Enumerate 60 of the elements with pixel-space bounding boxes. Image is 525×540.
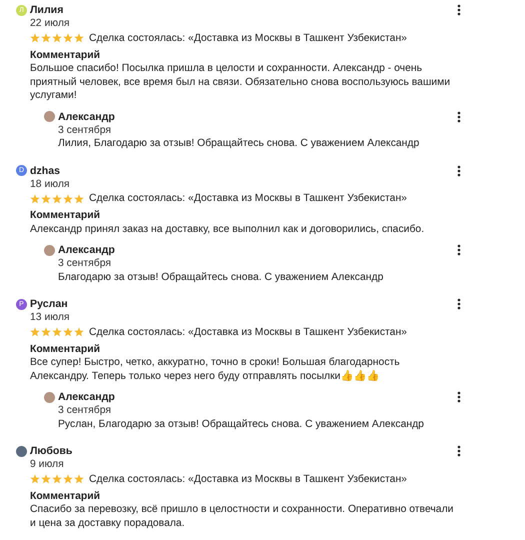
star-icon — [41, 194, 51, 204]
more-options-icon[interactable] — [457, 164, 461, 176]
star-icon — [52, 327, 62, 337]
more-options-icon[interactable] — [457, 4, 461, 16]
more-options-icon[interactable] — [457, 110, 461, 122]
star-icon — [74, 474, 84, 484]
comment-text: Александр принял заказ на доставку, все выполнил как и договорились, спасибо. — [30, 222, 426, 236]
reply-text: Руслан, Благодарю за отзыв! Обращайтесь снова. С уважением Александр — [58, 418, 425, 431]
reviewer-name: Руслан — [30, 298, 69, 310]
reviewer-name: Лилия — [30, 4, 64, 16]
deal-text: Сделка состоялась: «Доставка из Москвы в Ташкент Узбекистан» — [89, 474, 407, 484]
star-icon — [52, 194, 62, 204]
reply-author: Александр — [58, 244, 116, 256]
review-date: 18 июля — [30, 178, 71, 191]
star-icon — [30, 33, 40, 43]
star-icon — [52, 474, 62, 484]
reply-text: Благодарю за отзыв! Обращайтесь снова. С уважением Александр — [58, 270, 384, 284]
star-icon — [74, 327, 84, 337]
reply-author: Александр — [58, 110, 116, 122]
star-icon — [41, 327, 51, 337]
comment-label: Комментарий — [30, 209, 101, 222]
more-options-icon[interactable] — [457, 298, 461, 310]
reply-date: 3 сентября — [58, 124, 112, 137]
more-options-icon[interactable] — [457, 391, 461, 403]
star-icon — [63, 327, 73, 337]
avatar-placeholder — [44, 244, 55, 256]
comment-text: Спасибо за перевозку, всё пришло в целостности и сохранности. Оперативно отвечали и цена за доставку порадовала. — [30, 503, 454, 530]
star-icon — [52, 33, 62, 43]
star-icon — [30, 194, 40, 204]
star-icon — [41, 33, 51, 43]
comment-label: Комментарий — [30, 342, 101, 356]
star-icon — [30, 327, 40, 337]
avatar-placeholder — [44, 111, 55, 122]
deal-text: Сделка состоялась: «Доставка из Москвы в Ташкент Узбекистан» — [89, 32, 407, 44]
avatar-placeholder — [44, 392, 55, 402]
deal-text: Сделка состоялась: «Доставка из Москвы в Ташкент Узбекистан» — [89, 326, 407, 338]
star-icon — [74, 33, 84, 43]
more-options-icon[interactable] — [457, 445, 461, 457]
star-icon — [63, 194, 73, 204]
avatar-placeholder — [16, 446, 27, 456]
star-icon — [30, 474, 40, 484]
reply-date: 3 сентября — [58, 257, 112, 270]
review-date: 9 июля — [30, 458, 65, 472]
star-icon — [41, 474, 51, 484]
review-date: 13 июля — [30, 311, 71, 324]
reply-date: 3 сентября — [58, 404, 112, 418]
reply-author: Александр — [58, 391, 116, 403]
comment-label: Комментарий — [30, 48, 101, 62]
star-icon — [63, 33, 73, 43]
reply-text: Лилия, Благодарю за отзыв! Обращайтесь снова. С уважением Александр — [58, 137, 420, 150]
star-icon — [74, 194, 84, 204]
reviewer-name: dzhas — [30, 164, 62, 176]
star-icon — [63, 474, 73, 484]
more-options-icon[interactable] — [457, 244, 461, 256]
review-date: 22 июля — [30, 17, 71, 30]
reviewer-name: Любовь — [30, 445, 74, 457]
comment-text: Большое спасибо! Посылка пришла в целости и сохранности. Александр - очень приятный человек, все время был на связи. Обязательно снова воспользуюсь вашими услугами! — [30, 62, 452, 102]
comment-label: Комментарий — [30, 490, 101, 503]
deal-text: Сделка состоялась: «Доставка из Москвы в Ташкент Узбекистан» — [89, 193, 407, 204]
comment-text: Все супер! Быстро, четко, аккуратно, точно в сроки! Большая благодарность Александру. Теперь только через него буду отправлять посылки👍👍👍 — [30, 356, 401, 383]
